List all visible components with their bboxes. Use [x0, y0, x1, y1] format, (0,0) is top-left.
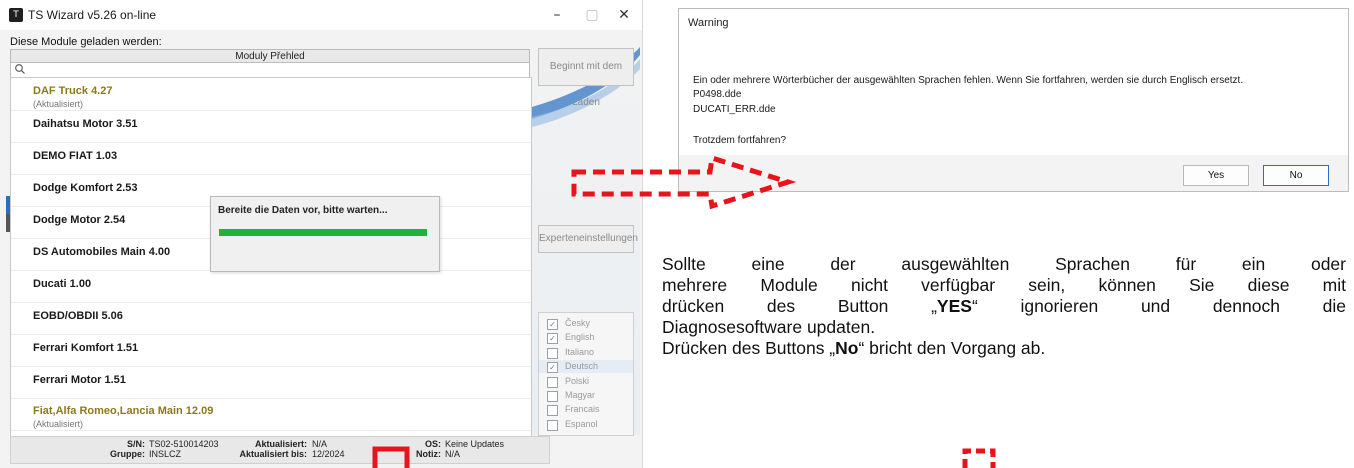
search-icon: [15, 64, 25, 74]
language-option[interactable]: Francais: [539, 403, 633, 417]
updated-label: Aktualisiert:: [254, 439, 307, 449]
language-option[interactable]: ✓ Česky: [539, 317, 633, 330]
language-option[interactable]: ✓ English: [539, 331, 633, 345]
language-checkbox[interactable]: [547, 419, 558, 431]
yes-button[interactable]: Yes: [1183, 165, 1249, 186]
progress-message: Bereite die Daten vor, bitte warten...: [218, 205, 388, 216]
updated-until-value: 12/2024: [312, 449, 345, 459]
language-label: Polski: [565, 375, 590, 386]
language-checkbox[interactable]: ✓: [547, 319, 558, 330]
language-option[interactable]: Italiano: [539, 346, 633, 359]
updated-value: N/A: [312, 439, 328, 449]
module-name: Ducati 1.00: [33, 278, 92, 290]
module-list-item[interactable]: EOBD/OBDII 5.06: [11, 302, 531, 335]
os-label: OS:: [424, 439, 441, 449]
os-value: Keine Updates: [445, 439, 505, 449]
language-label: Magyar: [565, 390, 596, 400]
loaded-modules-label: Diese Module geladen werden:: [10, 36, 162, 48]
language-checkbox[interactable]: ✓: [547, 362, 558, 374]
language-label: Česky: [565, 318, 591, 328]
language-option[interactable]: ✓ Deutsch: [539, 360, 633, 374]
warning-title: Warning: [688, 17, 729, 29]
module-list-item[interactable]: DEMO FIAT 1.03: [11, 142, 531, 175]
progress-bar: [219, 229, 427, 236]
dashed-box-annotation: [962, 448, 996, 468]
description-line: Sollte eine der ausgewählten Sprachen fü…: [662, 254, 1346, 274]
dashed-arrow-annotation: [571, 154, 797, 210]
group-label: Gruppe:: [110, 449, 145, 459]
description-line: drücken des Button „YES“ ignorieren und …: [662, 296, 1346, 316]
language-checkbox[interactable]: [547, 347, 558, 359]
module-list-item[interactable]: Ferrari Komfort 1.51: [11, 334, 531, 367]
module-list-item[interactable]: Ferrari Motor 1.51: [11, 366, 531, 399]
module-status: (Aktualisiert): [33, 99, 84, 109]
language-label: Francais: [565, 404, 600, 415]
language-checkbox[interactable]: [547, 405, 558, 417]
language-label: English: [565, 332, 595, 343]
warning-titlebar: Warning: [679, 9, 1348, 37]
language-checkbox[interactable]: [547, 376, 558, 388]
module-name: DS Automobiles Main 4.00: [33, 246, 171, 258]
app-icon: T: [9, 8, 23, 22]
language-checkbox[interactable]: ✓: [547, 333, 558, 345]
wizard-titlebar: T TS Wizard v5.26 on-line – ▢ ✕: [0, 0, 642, 30]
module-name: DAF Truck 4.27: [33, 85, 113, 97]
description-line: Diagnosesoftware updaten.: [662, 317, 876, 337]
language-option[interactable]: Magyar: [539, 389, 633, 402]
module-name: Ferrari Komfort 1.51: [33, 342, 139, 354]
sn-label: S/N:: [127, 439, 145, 449]
warning-line: DUCATI_ERR.dde: [693, 104, 776, 115]
module-name: Fiat,Alfa Romeo,Lancia Main 12.09: [33, 405, 214, 417]
progress-bar-fill: [219, 229, 427, 236]
module-list-item[interactable]: DAF Truck 4.27 (Aktualisiert): [11, 78, 531, 111]
module-name: Daihatsu Motor 3.51: [33, 118, 138, 130]
description-text: Sollte eine der ausgewählten Sprachen fü…: [662, 254, 1346, 359]
group-value: INSLCZ: [149, 449, 182, 459]
progress-dialog: Bereite die Daten vor, bitte warten...: [210, 196, 440, 272]
language-checkbox[interactable]: [547, 391, 558, 402]
module-name: EOBD/OBDII 5.06: [33, 310, 123, 322]
description-line: Drücken des Buttons „No“ bricht den Vorg…: [662, 338, 1046, 358]
language-list[interactable]: ✓ Česky ✓ English Italiano ✓ Deutsch Polski Magy…: [538, 312, 634, 436]
expert-settings-button[interactable]: Experteneinstellungen: [538, 225, 638, 253]
minimize-icon[interactable]: –: [540, 4, 574, 26]
highlight-box-annotation: [372, 446, 410, 468]
module-status: (Aktualisiert): [33, 419, 84, 429]
language-option[interactable]: Polski: [539, 375, 633, 388]
sn-value: TS02-510014203: [149, 439, 219, 449]
warning-message: Ein oder mehrere Wörterbücher der ausgew…: [679, 37, 1348, 155]
maximize-icon[interactable]: ▢: [575, 4, 609, 26]
language-label: Espanol: [565, 418, 598, 429]
language-label: Italiano: [565, 346, 595, 357]
module-list-item[interactable]: Daihatsu Motor 3.51: [11, 110, 531, 143]
no-emphasis: No: [835, 338, 859, 358]
description-line: mehrere Module nicht verfügbar sein, kön…: [662, 275, 1346, 295]
close-icon[interactable]: ✕: [607, 4, 641, 26]
module-name: Dodge Motor 2.54: [33, 214, 126, 226]
ts-wizard-window: T TS Wizard v5.26 on-line – ▢ ✕ Diese Mo…: [0, 0, 643, 468]
warning-line: Ein oder mehrere Wörterbücher der ausgew…: [693, 75, 1244, 86]
module-list-item[interactable]: Ducati 1.00: [11, 270, 531, 303]
module-name: Ferrari Motor 1.51: [33, 374, 126, 386]
updated-until-label: Aktualisiert bis:: [239, 449, 307, 459]
module-name: DEMO FIAT 1.03: [33, 150, 118, 162]
module-list-item[interactable]: Fiat,Alfa Romeo,Lancia Main 12.09 (Aktual…: [11, 398, 531, 431]
begin-loading-button[interactable]: Beginnt mit dem Laden: [538, 48, 634, 108]
language-label: Deutsch: [565, 361, 599, 372]
status-bar: S/N: TS02-510014203 Gruppe: INSLCZ Aktua…: [10, 436, 550, 464]
wizard-title: TS Wizard v5.26 on-line: [28, 8, 157, 22]
yes-emphasis: YES: [936, 296, 972, 316]
warning-line: P0498.dde: [693, 89, 742, 100]
module-name: Dodge Komfort 2.53: [33, 182, 138, 194]
note-value: N/A: [445, 449, 461, 459]
language-option[interactable]: Espanol: [539, 418, 633, 431]
module-search-input[interactable]: [10, 62, 530, 78]
note-label: Notiz:: [416, 449, 441, 459]
no-button[interactable]: No: [1263, 165, 1329, 186]
